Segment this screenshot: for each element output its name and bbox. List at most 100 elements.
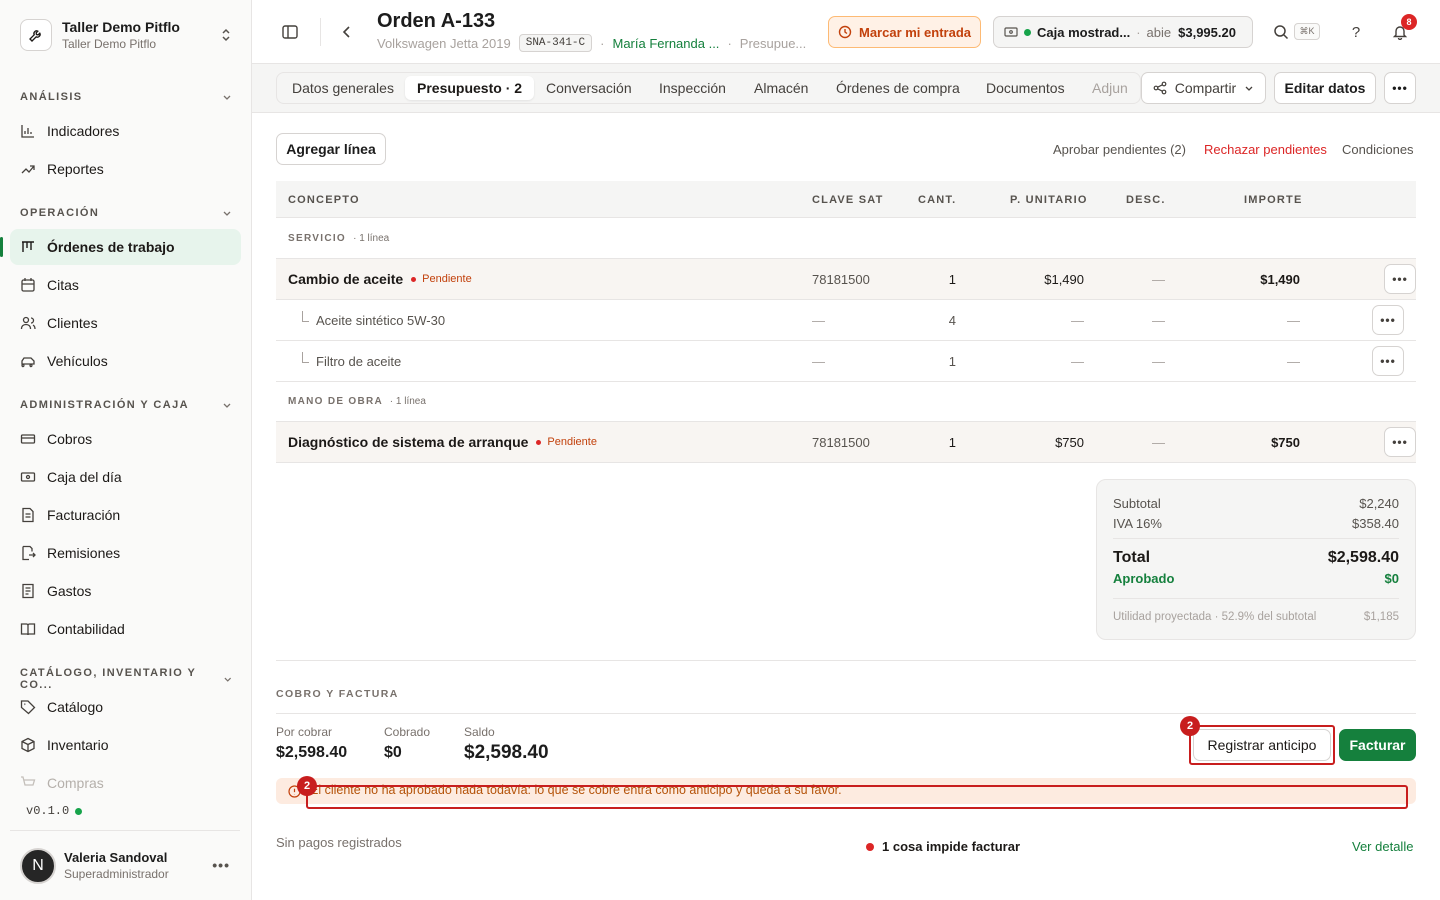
tab-presupuesto[interactable]: Presupuesto · 2: [405, 76, 535, 100]
search-icon[interactable]: [1271, 22, 1291, 42]
highlight-box: [1189, 725, 1335, 765]
section-administracion[interactable]: ADMINISTRACIÓN Y CAJA: [20, 399, 232, 411]
edit-data-button[interactable]: Editar datos: [1274, 72, 1376, 104]
sidebar-item-label: Gastos: [47, 583, 92, 599]
receipt-icon: [22, 583, 34, 599]
section-analisis[interactable]: ANÁLISIS: [20, 91, 232, 103]
sidebar-item-clientes[interactable]: Clientes: [10, 305, 241, 341]
receivable-label: Por cobrar: [276, 725, 333, 739]
sat-code: 78181500: [812, 272, 870, 287]
order-subtitle: Volkswagen Jetta 2019 SNA-341-C · María …: [377, 34, 806, 52]
divider: [276, 660, 1416, 661]
divider: [320, 18, 321, 46]
more-icon[interactable]: •••: [212, 857, 230, 873]
help-icon[interactable]: ?: [1346, 22, 1366, 42]
sidebar-item-label: Órdenes de trabajo: [47, 239, 175, 255]
tab-conversacion[interactable]: Conversación: [534, 76, 644, 100]
mark-entry-label: Marcar mi entrada: [859, 24, 971, 40]
sidebar-item-catalogo[interactable]: Catálogo: [10, 689, 241, 725]
approved-value: $0: [1384, 571, 1399, 586]
tab-ordenes-compra[interactable]: Órdenes de compra: [824, 76, 972, 100]
balance-label: Saldo: [464, 725, 495, 739]
workspace-name: Taller Demo Pitflo: [62, 19, 180, 35]
more-options-button[interactable]: •••: [1384, 72, 1416, 104]
sidebar-item-vehiculos[interactable]: Vehículos: [10, 343, 241, 379]
status-dot: [866, 842, 874, 851]
sidebar-item-cobros[interactable]: Cobros: [10, 421, 241, 457]
sidebar-toggle-icon[interactable]: [280, 22, 300, 42]
cash-register-icon: [1004, 27, 1018, 37]
share-label: Compartir: [1174, 80, 1237, 96]
sidebar-item-label: Cobros: [47, 431, 93, 447]
notification-badge: 8: [1401, 14, 1417, 30]
section-operacion[interactable]: OPERACIÓN: [20, 207, 232, 219]
cash-register-selector[interactable]: Caja mostrad... · abie $3,995.20: [993, 16, 1253, 48]
user-menu[interactable]: N Valeria Sandoval Superadministrador ••…: [10, 830, 240, 900]
separator-dot: ·: [600, 35, 605, 51]
section-label: ADMINISTRACIÓN Y CAJA: [20, 399, 189, 411]
share-button[interactable]: Compartir: [1141, 72, 1266, 104]
tab-datos-generales[interactable]: Datos generales: [280, 76, 406, 100]
sidebar-item-contabilidad[interactable]: Contabilidad: [10, 611, 241, 647]
status-badge: Pendiente: [536, 436, 597, 448]
divider: [276, 713, 1416, 714]
tab-adjuntos[interactable]: Adjun: [1080, 76, 1140, 100]
workspace-switcher[interactable]: Taller Demo Pitflo Taller Demo Pitflo: [10, 10, 242, 60]
box-icon: [21, 737, 35, 753]
sat-code: —: [812, 313, 825, 328]
group-header: SERVICIO · 1 línea: [276, 219, 1416, 259]
client-link[interactable]: María Fernanda ...: [612, 36, 719, 51]
row-actions-button[interactable]: •••: [1384, 264, 1416, 294]
sat-code: —: [812, 354, 825, 369]
sidebar-item-indicadores[interactable]: Indicadores: [10, 113, 241, 149]
tab-documentos[interactable]: Documentos: [974, 76, 1077, 100]
total-label: Total: [1113, 549, 1151, 566]
approve-pending-link[interactable]: Aprobar pendientes (2): [1053, 142, 1186, 157]
table-row[interactable]: Filtro de aceite — 1 — — — •••: [276, 341, 1416, 382]
reject-pending-link[interactable]: Rechazar pendientes: [1204, 142, 1327, 157]
table-row[interactable]: Diagnóstico de sistema de arranque Pendie…: [276, 422, 1416, 463]
mark-entry-button[interactable]: Marcar mi entrada: [828, 16, 981, 48]
table-row[interactable]: Aceite sintético 5W-30 — 4 — — — •••: [276, 300, 1416, 341]
sidebar-item-inventario[interactable]: Inventario: [10, 727, 241, 763]
sidebar-item-remisiones[interactable]: Remisiones: [10, 535, 241, 571]
unit-price: $1,490: [1044, 272, 1084, 287]
status-badge: Pendiente: [411, 273, 472, 285]
discount: —: [1152, 313, 1165, 328]
sidebar-item-citas[interactable]: Citas: [10, 267, 241, 303]
back-arrow-icon[interactable]: [338, 22, 356, 42]
row-actions-button[interactable]: •••: [1372, 305, 1404, 335]
sidebar-item-caja[interactable]: Caja del día: [10, 459, 241, 495]
sidebar-item-reportes[interactable]: Reportes: [10, 151, 241, 187]
conditions-link[interactable]: Condiciones: [1342, 142, 1414, 157]
tab-inspeccion[interactable]: Inspección: [647, 76, 738, 100]
workspace-subtitle: Taller Demo Pitflo: [62, 37, 157, 51]
annotation-label: 2: [297, 776, 317, 796]
see-detail-link[interactable]: Ver detalle: [1352, 839, 1413, 854]
table-row[interactable]: Cambio de aceite Pendiente 78181500 1 $1,…: [276, 259, 1416, 300]
trend-icon: [21, 165, 35, 174]
caja-amount: $3,995.20: [1178, 24, 1236, 40]
sidebar-item-label: Facturación: [47, 507, 121, 523]
sub-item-name: Filtro de aceite: [301, 352, 402, 369]
collected-value: $0: [384, 744, 402, 761]
sidebar-item-ordenes[interactable]: Órdenes de trabajo: [0, 229, 241, 265]
row-actions-button[interactable]: •••: [1372, 346, 1404, 376]
concept-name: Cambio de aceite Pendiente: [288, 271, 472, 287]
section-catalogo[interactable]: CATÁLOGO, INVENTARIO Y CO...: [20, 667, 232, 691]
tab-almacen[interactable]: Almacén: [742, 76, 820, 100]
sidebar-item-label: Reportes: [47, 161, 104, 177]
sidebar-item-compras[interactable]: Compras: [10, 765, 241, 801]
tab-bar: Datos generales Presupuesto · 2 Conversa…: [252, 64, 1440, 113]
sidebar-item-facturacion[interactable]: Facturación: [10, 497, 241, 533]
add-line-button[interactable]: Agregar línea: [276, 133, 386, 165]
sidebar-item-gastos[interactable]: Gastos: [10, 573, 241, 609]
separator-dot: ·: [1136, 24, 1141, 40]
invoice-button[interactable]: Facturar: [1339, 729, 1416, 761]
row-actions-button[interactable]: •••: [1384, 427, 1416, 457]
blocker-label: 1 cosa impide facturar: [882, 839, 1020, 854]
iva-value: $358.40: [1352, 516, 1399, 531]
chevron-down-icon: [223, 95, 231, 100]
sub-item-name: Aceite sintético 5W-30: [301, 311, 446, 328]
shortcut-hint: ⌘K: [1294, 22, 1320, 40]
